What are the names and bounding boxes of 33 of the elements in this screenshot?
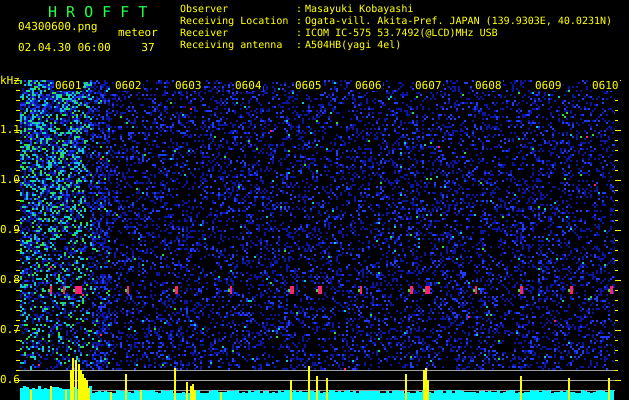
info-label: Receiver — [180, 28, 230, 40]
time-label: 0606 — [354, 80, 382, 91]
info-label: Receiving antenna — [180, 40, 284, 52]
meteor-count: 37 — [140, 41, 156, 54]
time-label: 0602 — [114, 80, 142, 91]
info-separator: : — [296, 4, 304, 16]
file-name: 04300600.png — [18, 20, 98, 35]
info-separator: : — [296, 28, 304, 40]
time-label: 0601 — [54, 80, 82, 91]
info-value: Masayuki Kobayashi — [305, 4, 414, 16]
time-label: 0605 — [294, 80, 322, 91]
info-separator: : — [296, 16, 304, 28]
time-label: 0603 — [174, 80, 202, 91]
info-label: Receiving Location — [180, 16, 290, 28]
app-title: H R O F F T — [47, 4, 148, 20]
info-label: Observer — [180, 4, 230, 16]
axis-unit: kHz — [0, 74, 20, 87]
time-label: 0608 — [474, 80, 502, 91]
time-label: 0610 — [591, 80, 620, 91]
time-label: 0607 — [414, 80, 442, 91]
axis-tick-label: 0.8 — [0, 274, 20, 286]
info-value: ICOM IC-575 53.7492(@LCD)MHz USB — [305, 28, 499, 40]
info-separator: : — [296, 40, 304, 52]
info-value: A504HB(yagi 4el) — [305, 40, 402, 52]
time-label: 0609 — [534, 80, 562, 91]
meteor-label: meteor — [118, 25, 159, 39]
axis-tick-label: 0.9 — [0, 224, 20, 236]
axis-tick-label: 1.1 — [0, 124, 20, 136]
axis-tick-label: 0.7 — [0, 324, 20, 336]
time-label: 0604 — [234, 80, 262, 91]
timestamp: 02.04.30 06:00 — [18, 41, 112, 54]
info-value: Ogata-vill. Akita-Pref. JAPAN (139.9303E, 40.0231N) — [305, 16, 612, 28]
axis-tick-label: 0.6 — [0, 374, 20, 386]
